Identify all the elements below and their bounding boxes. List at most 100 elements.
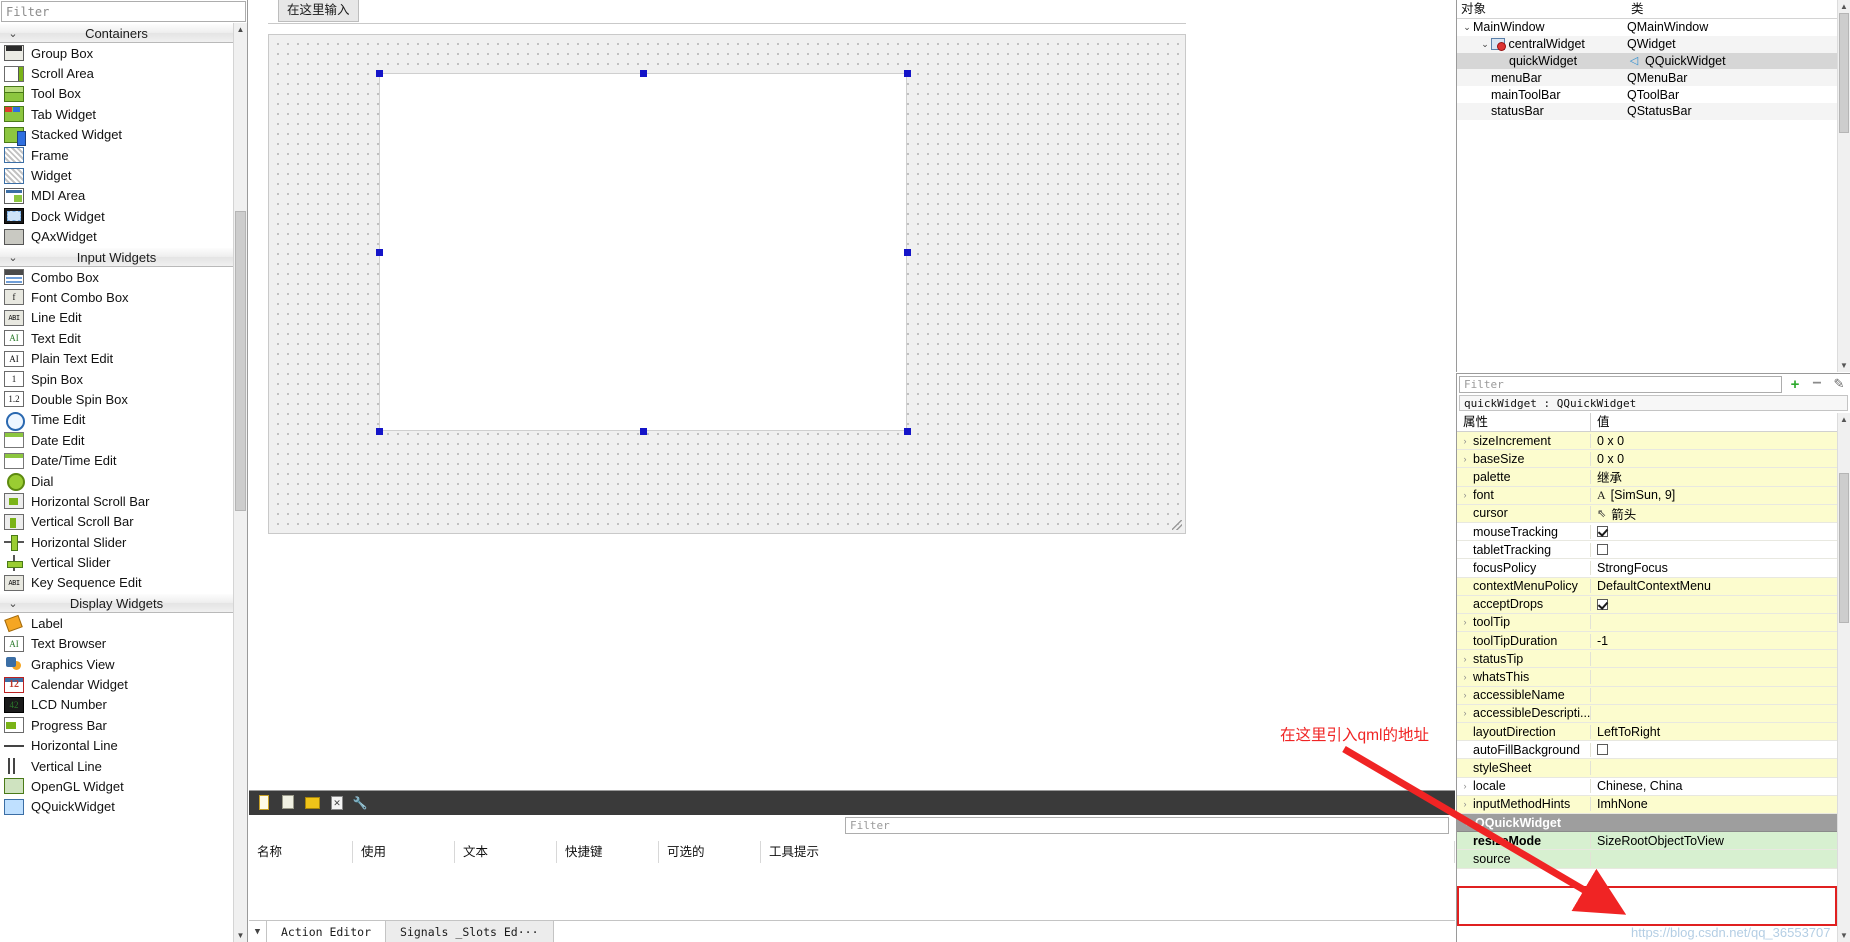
- chevron-right-icon[interactable]: ›: [1459, 690, 1471, 700]
- property-row[interactable]: › toolTip: [1457, 613, 1837, 633]
- widget-item-stacked-widget[interactable]: Stacked Widget: [0, 125, 233, 146]
- object-inspector-scrollbar[interactable]: ▲ ▼: [1837, 0, 1850, 372]
- property-row[interactable]: › whatsThis: [1457, 668, 1837, 687]
- widget-item-mdi-area[interactable]: MDI Area: [0, 186, 233, 206]
- new-action-icon[interactable]: [255, 794, 275, 812]
- widget-item-key-sequence-edit[interactable]: ABI Key Sequence Edit: [0, 573, 233, 593]
- chevron-right-icon[interactable]: ›: [1459, 436, 1471, 446]
- column-header-used[interactable]: 使用: [353, 841, 455, 863]
- property-row[interactable]: layoutDirection LeftToRight: [1457, 723, 1837, 742]
- widget-box-filter-input[interactable]: Filter: [1, 1, 246, 22]
- property-row[interactable]: acceptDrops: [1457, 595, 1837, 614]
- property-row[interactable]: toolTipDuration -1: [1457, 632, 1837, 651]
- column-header-text[interactable]: 文本: [455, 841, 557, 863]
- chevron-down-icon[interactable]: ⌄: [1461, 22, 1473, 33]
- widget-item-vertical-line[interactable]: Vertical Line: [0, 756, 233, 776]
- widget-item-horizontal-scroll-bar[interactable]: Horizontal Scroll Bar: [0, 491, 233, 511]
- form-menu-bar[interactable]: 在这里输入: [268, 0, 1186, 24]
- property-row[interactable]: › font A [SimSun, 9]: [1457, 486, 1837, 505]
- widget-item-qquickwidget[interactable]: QQuickWidget: [0, 797, 233, 817]
- chevron-right-icon[interactable]: ›: [1459, 490, 1471, 500]
- chevron-right-icon[interactable]: ›: [1459, 454, 1471, 464]
- widget-item-combo-box[interactable]: Combo Box: [0, 267, 233, 287]
- scroll-up-arrow-icon[interactable]: ▲: [1838, 0, 1850, 13]
- widget-item-dock-widget[interactable]: Dock Widget: [0, 206, 233, 226]
- widget-item-date-time-edit[interactable]: Date/Time Edit: [0, 450, 233, 470]
- tab-action-editor[interactable]: Action Editor: [267, 921, 386, 942]
- object-tree-row[interactable]: statusBar QStatusBar: [1457, 102, 1850, 120]
- edit-action-icon[interactable]: [303, 794, 323, 812]
- widget-item-time-edit[interactable]: Time Edit: [0, 410, 233, 431]
- property-editor-scrollbar[interactable]: ▲ ▼: [1837, 413, 1850, 942]
- resize-handle-middle-left[interactable]: [376, 249, 383, 256]
- resize-handle-bottom-left[interactable]: [376, 428, 383, 435]
- property-row[interactable]: › accessibleDescripti...: [1457, 704, 1837, 723]
- form-resize-grip[interactable]: [1172, 520, 1182, 530]
- remove-property-icon[interactable]: −: [1806, 375, 1828, 394]
- property-row[interactable]: › baseSize 0 x 0: [1457, 450, 1837, 469]
- widget-item-frame[interactable]: Frame: [0, 145, 233, 165]
- scrollbar-thumb[interactable]: [1839, 473, 1849, 623]
- resize-handle-bottom-right[interactable]: [904, 428, 911, 435]
- scroll-down-arrow-icon[interactable]: ▼: [1838, 359, 1850, 372]
- widget-group-input-widgets[interactable]: ⌄ Input Widgets: [0, 246, 233, 267]
- property-row[interactable]: palette 继承: [1457, 468, 1837, 487]
- widget-item-widget[interactable]: Widget: [0, 165, 233, 185]
- scrollbar-thumb[interactable]: [1839, 13, 1849, 133]
- checkbox-checked[interactable]: [1597, 526, 1608, 538]
- resize-handle-bottom-center[interactable]: [640, 428, 647, 435]
- widget-item-double-spin-box[interactable]: 1.2 Double Spin Box: [0, 389, 233, 409]
- widget-box-scrollbar[interactable]: ▲ ▼: [233, 23, 247, 942]
- scroll-up-arrow-icon[interactable]: ▲: [234, 23, 247, 36]
- resize-handle-top-left[interactable]: [376, 70, 383, 77]
- widget-item-vertical-scroll-bar[interactable]: Vertical Scroll Bar: [0, 512, 233, 532]
- widget-item-text-browser[interactable]: AI Text Browser: [0, 634, 233, 654]
- widget-item-label[interactable]: Label: [0, 613, 233, 633]
- tab-overflow-chevron-icon[interactable]: ▼: [249, 921, 267, 942]
- widget-item-spin-box[interactable]: 1 Spin Box: [0, 369, 233, 389]
- widget-item-line-edit[interactable]: ABI Line Edit: [0, 308, 233, 328]
- column-header-checkable[interactable]: 可选的: [659, 841, 761, 863]
- object-column-header[interactable]: 对象: [1457, 0, 1627, 18]
- object-tree-row[interactable]: ⌄ centralWidget QWidget: [1457, 35, 1850, 53]
- widget-item-tool-box[interactable]: Tool Box: [0, 84, 233, 104]
- widget-item-horizontal-slider[interactable]: Horizontal Slider: [0, 532, 233, 552]
- widget-group-containers[interactable]: ⌄ Containers: [0, 23, 233, 43]
- property-row[interactable]: focusPolicy StrongFocus: [1457, 559, 1837, 578]
- widget-item-text-edit[interactable]: AI Text Edit: [0, 328, 233, 348]
- widget-item-progress-bar[interactable]: Progress Bar: [0, 715, 233, 735]
- chevron-right-icon[interactable]: ›: [1459, 708, 1471, 718]
- object-tree-row[interactable]: ⌄ MainWindow QMainWindow: [1457, 19, 1850, 36]
- checkbox-unchecked[interactable]: [1597, 544, 1608, 556]
- column-header-shortcut[interactable]: 快捷键: [557, 841, 659, 863]
- value-column-header[interactable]: 值: [1591, 413, 1837, 431]
- widget-group-display-widgets[interactable]: ⌄ Display Widgets: [0, 593, 233, 614]
- property-filter-input[interactable]: Filter: [1459, 375, 1782, 393]
- central-widget-surface[interactable]: [268, 34, 1186, 534]
- resize-handle-top-center[interactable]: [640, 70, 647, 77]
- widget-item-tab-widget[interactable]: Tab Widget: [0, 104, 233, 124]
- widget-item-dial[interactable]: Dial: [0, 471, 233, 491]
- widget-item-graphics-view[interactable]: Graphics View: [0, 654, 233, 674]
- property-row[interactable]: › sizeIncrement 0 x 0: [1457, 432, 1837, 451]
- widget-item-date-edit[interactable]: Date Edit: [0, 430, 233, 450]
- column-header-name[interactable]: 名称: [249, 841, 353, 863]
- property-row[interactable]: tabletTracking: [1457, 541, 1837, 560]
- widget-item-plain-text-edit[interactable]: AI Plain Text Edit: [0, 348, 233, 368]
- property-row[interactable]: contextMenuPolicy DefaultContextMenu: [1457, 577, 1837, 596]
- widget-item-qaxwidget[interactable]: QAxWidget: [0, 227, 233, 247]
- widget-item-calendar-widget[interactable]: 12 Calendar Widget: [0, 674, 233, 694]
- copy-action-icon[interactable]: [279, 794, 299, 812]
- resize-handle-top-right[interactable]: [904, 70, 911, 77]
- resize-handle-middle-right[interactable]: [904, 249, 911, 256]
- chevron-right-icon[interactable]: ›: [1459, 672, 1471, 682]
- configure-property-icon[interactable]: ✎: [1828, 375, 1850, 394]
- object-tree-row[interactable]: mainToolBar QToolBar: [1457, 86, 1850, 103]
- tab-signals-slots-editor[interactable]: Signals _Slots Ed···: [385, 921, 554, 942]
- delete-action-icon[interactable]: ✕: [327, 794, 347, 812]
- configure-icon[interactable]: 🔧: [351, 794, 371, 812]
- quick-widget-instance[interactable]: [379, 73, 907, 431]
- chevron-right-icon[interactable]: ›: [1459, 654, 1471, 664]
- menu-placeholder-item[interactable]: 在这里输入: [278, 0, 359, 22]
- widget-item-horizontal-line[interactable]: Horizontal Line: [0, 736, 233, 756]
